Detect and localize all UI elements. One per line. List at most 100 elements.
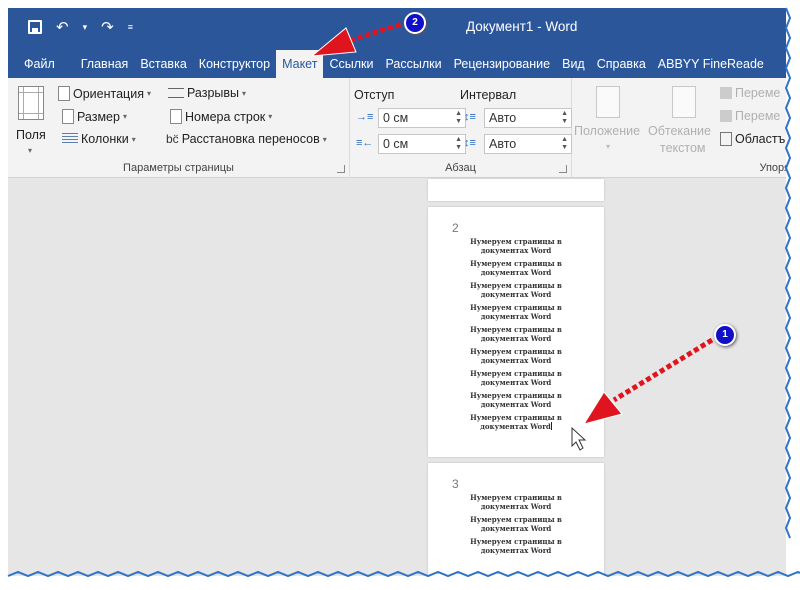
undo-dropdown-icon[interactable]: ▾: [83, 22, 88, 33]
indent-right-input[interactable]: 0 см ▲ ▼: [378, 134, 466, 154]
paragraph-line-text: документах Word: [480, 334, 552, 343]
tab-layout[interactable]: Макет: [276, 50, 324, 78]
paragraph[interactable]: Нумеруем страницы в документах Word: [428, 281, 604, 299]
paragraph[interactable]: Нумеруем страницы в документах Word: [428, 325, 604, 343]
tab-mailings[interactable]: Рассылки: [379, 50, 447, 78]
wrap-text-label-1: Обтекание: [648, 124, 711, 138]
columns-button[interactable]: Колонки ▾: [62, 132, 136, 146]
paragraph-line-text: документах Word: [480, 356, 552, 365]
paragraph-line: Нумеруем страницы в: [470, 413, 562, 422]
margins-label: Поля: [16, 128, 46, 142]
orientation-label: Ориентация: [73, 86, 144, 101]
paragraph[interactable]: Нумеруем страницы в документах Word: [428, 259, 604, 277]
paragraph-launcher-icon[interactable]: [559, 165, 567, 173]
paragraph[interactable]: Нумеруем страницы в документах Word: [428, 413, 604, 431]
paragraph-line: Нумеруем страницы в: [470, 347, 562, 356]
tab-help[interactable]: Справка: [591, 50, 652, 78]
paragraph[interactable]: Нумеруем страницы в документах Word: [428, 391, 604, 409]
indent-left-input[interactable]: 0 см ▲ ▼: [378, 108, 466, 128]
spinner-arrows-icon[interactable]: ▲ ▼: [455, 110, 462, 126]
page-setup-launcher-icon[interactable]: [337, 165, 345, 173]
line-numbers-label: Номера строк: [185, 109, 266, 124]
spacing-after-value: Авто: [489, 137, 517, 151]
document-area[interactable]: 2 Нумеруем страницы в документах Word Нуме…: [8, 179, 786, 576]
tab-insert[interactable]: Вставка: [134, 50, 192, 78]
tab-abbyy[interactable]: ABBYY FineReade: [652, 50, 770, 78]
group-label-page-setup: Параметры страницы: [123, 162, 234, 174]
undo-icon[interactable]: ↶: [56, 18, 69, 36]
save-icon[interactable]: [28, 20, 42, 34]
text-cursor: [550, 422, 552, 430]
bring-forward-button[interactable]: Переме: [720, 86, 780, 100]
paragraph-line: Нумеруем страницы в: [470, 281, 562, 290]
paragraph-line: документах Word: [428, 334, 604, 343]
position-icon: [596, 86, 620, 118]
tab-references[interactable]: Ссылки: [323, 50, 379, 78]
chevron-down-icon: ▾: [322, 134, 327, 144]
selection-pane-icon: [720, 132, 732, 146]
size-button[interactable]: Размер ▾: [62, 109, 127, 124]
spinner-arrows-icon[interactable]: ▲ ▼: [561, 110, 568, 126]
spinner-arrows-icon[interactable]: ▲ ▼: [561, 136, 568, 152]
group-arrange: Положение ▾ Обтекание текстом Переме Пер…: [572, 78, 786, 178]
paragraph[interactable]: Нумеруем страницы в документах Word: [428, 537, 604, 555]
paragraph[interactable]: Нумеруем страницы в документах Word: [428, 303, 604, 321]
spacing-before-icon: ↕≡: [464, 111, 476, 123]
bring-forward-icon: [720, 87, 732, 99]
spacing-label: Интервал: [460, 88, 517, 102]
send-backward-label: Переме: [735, 109, 781, 123]
group-label-arrange: Упоря: [759, 162, 786, 174]
word-window: ↶ ▾ ↷ ≡ Документ1 - Word Файл Главная Вс…: [8, 8, 786, 576]
paragraph-line: документах Word: [428, 356, 604, 365]
margins-dropdown-icon: ▾: [28, 146, 33, 155]
spacing-after-input[interactable]: Авто ▲ ▼: [484, 134, 572, 154]
tab-view[interactable]: Вид: [556, 50, 591, 78]
tab-review[interactable]: Рецензирование: [448, 50, 557, 78]
selection-pane-button[interactable]: Областъ: [720, 132, 785, 146]
tab-file[interactable]: Файл: [18, 50, 61, 78]
line-numbers-icon: [170, 109, 182, 124]
paragraph-line: документах Word: [428, 268, 604, 277]
indent-right-value: 0 см: [383, 137, 409, 151]
page-1-bottom[interactable]: [428, 179, 604, 201]
paragraph[interactable]: Нумеруем страницы в документах Word: [428, 347, 604, 365]
paragraph-line-text: документах Word: [480, 400, 552, 409]
indent-left-icon: →≡: [356, 111, 374, 123]
page-2[interactable]: 2 Нумеруем страницы в документах Word Нуме…: [428, 207, 604, 457]
wrap-text-button[interactable]: Обтекание текстом: [646, 78, 720, 158]
hyphenation-button[interactable]: bc̈ Расстановка переносов ▾: [166, 132, 327, 146]
paragraph[interactable]: Нумеруем страницы в документах Word: [428, 515, 604, 533]
paragraph[interactable]: Нумеруем страницы в документах Word: [428, 237, 604, 255]
orientation-icon: [58, 86, 70, 101]
paragraph[interactable]: Нумеруем страницы в документах Word: [428, 493, 604, 511]
paragraph-line: Нумеруем страницы в: [470, 493, 562, 502]
wrap-text-label-2: текстом: [660, 141, 706, 155]
breaks-label: Разрывы: [187, 86, 240, 100]
columns-icon: [62, 133, 78, 145]
paragraph-line-text: документах Word: [480, 422, 551, 431]
hyphenation-icon: bc̈: [166, 132, 179, 146]
breaks-button[interactable]: Разрывы ▾: [168, 86, 246, 100]
customize-qat-icon[interactable]: ≡: [128, 22, 133, 32]
paragraph-line: Нумеруем страницы в: [470, 237, 562, 246]
indent-label: Отступ: [354, 88, 395, 102]
paragraph-line: документах Word: [428, 246, 604, 255]
position-button[interactable]: Положение ▾: [572, 78, 644, 158]
paragraph-line-text: документах Word: [480, 502, 552, 511]
tab-design[interactable]: Конструктор: [193, 50, 276, 78]
line-numbers-button[interactable]: Номера строк ▾: [170, 109, 272, 124]
spinner-arrows-icon[interactable]: ▲ ▼: [455, 136, 462, 152]
spacing-before-input[interactable]: Авто ▲ ▼: [484, 108, 572, 128]
paragraph[interactable]: Нумеруем страницы в документах Word: [428, 369, 604, 387]
torn-edge-right: [784, 7, 792, 539]
chevron-down-icon: ▾: [242, 88, 247, 98]
tab-home[interactable]: Главная: [75, 50, 135, 78]
orientation-button[interactable]: Ориентация ▾: [58, 86, 151, 101]
send-backward-button[interactable]: Переме: [720, 109, 780, 123]
paragraph-line: Нумеруем страницы в: [470, 391, 562, 400]
ribbon: Поля ▾ Ориентация ▾ Размер ▾ Колонки ▾ Р…: [8, 78, 786, 178]
margins-button[interactable]: Поля ▾: [8, 78, 54, 158]
page-3[interactable]: 3 Нумеруем страницы в документах Word Нуме…: [428, 463, 604, 576]
paragraph-line-text: документах Word: [480, 290, 552, 299]
redo-icon[interactable]: ↷: [101, 18, 114, 36]
